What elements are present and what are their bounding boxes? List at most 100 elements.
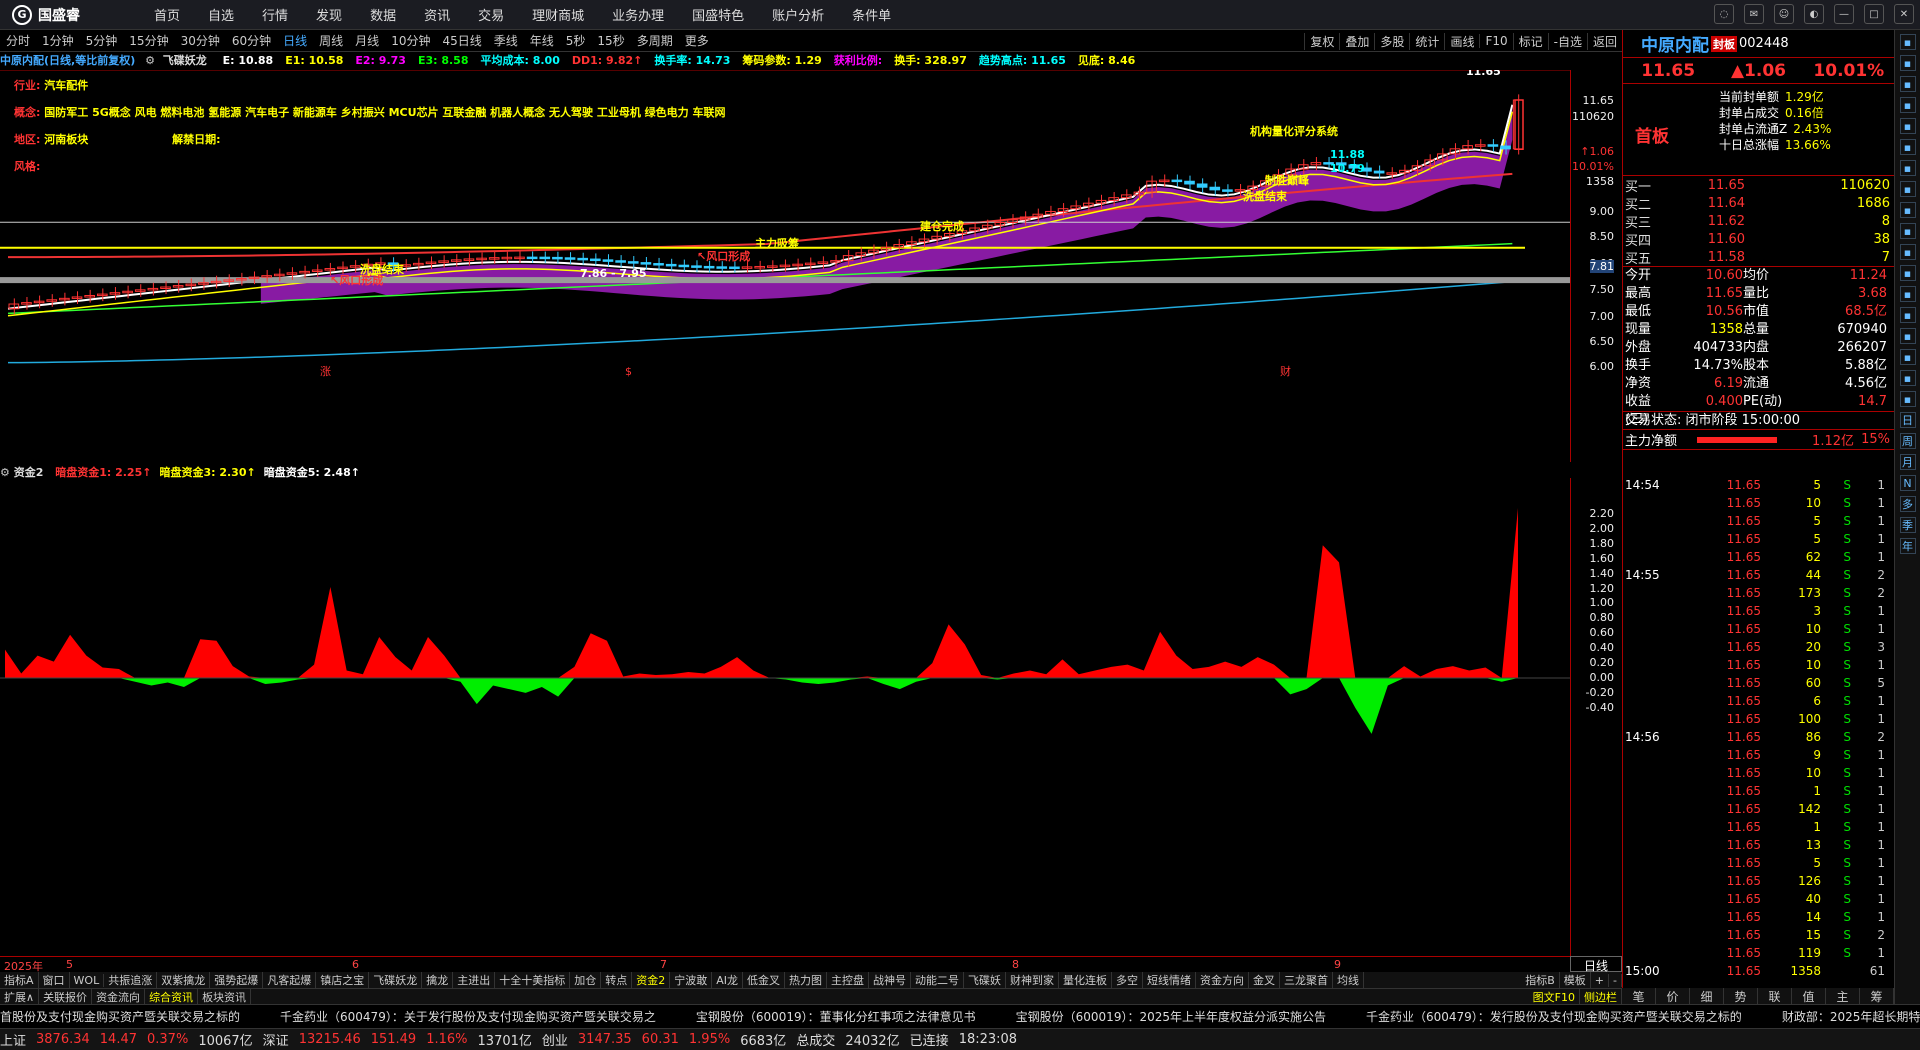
period-7[interactable]: 周线 [313, 32, 349, 49]
side-tool-icon[interactable]: ▪ [1899, 370, 1916, 386]
period-1[interactable]: 1分钟 [36, 32, 80, 49]
period-12[interactable]: 年线 [524, 32, 560, 49]
side-tool-icon[interactable]: ▪ [1899, 202, 1916, 218]
period-3[interactable]: 15分钟 [123, 32, 174, 49]
indicator-tab[interactable]: 擒龙 [422, 972, 454, 988]
news-item[interactable]: 宝钢股份（600019）：2025年上半年度权益分派实施公告 [1016, 1008, 1326, 1025]
menu-item-8[interactable]: 业务办理 [598, 5, 678, 24]
message-icon[interactable]: ✉ [1744, 4, 1764, 24]
news-item[interactable]: 首股份及支付现金购买资产暨关联交易之标的 [0, 1008, 240, 1025]
indicator-tab[interactable]: WOL [70, 973, 105, 987]
quote-tab[interactable]: 联 [1758, 988, 1792, 1004]
side-tool-icon[interactable]: ▪ [1899, 349, 1916, 365]
side-tool-icon[interactable]: ▪ [1899, 97, 1916, 113]
event-marker[interactable]: $ [625, 365, 632, 378]
order-row[interactable]: 买二 11.64 1686 [1623, 194, 1894, 213]
indicator-tab[interactable]: 三龙聚首 [1280, 972, 1333, 988]
close-button[interactable]: ✕ [1894, 4, 1914, 24]
period-13[interactable]: 5秒 [560, 32, 592, 49]
indicator-tab[interactable]: 金叉 [1249, 972, 1280, 988]
toolbar-btn-1[interactable]: 叠加 [1339, 32, 1374, 50]
indicator-tab-ctrl[interactable]: 指标B [1521, 972, 1560, 988]
period-11[interactable]: 季线 [488, 32, 524, 49]
news-item[interactable]: 千金药业（600479）：发行股份及支付现金购买资产暨关联交易之标的 [1366, 1008, 1742, 1025]
indicator-tab[interactable]: 凡客起爆 [263, 972, 317, 988]
skin-icon[interactable]: ◐ [1804, 4, 1824, 24]
side-period-button[interactable]: 周 [1899, 433, 1916, 449]
quote-tab[interactable]: 主 [1826, 988, 1860, 1004]
toolbar-btn-2[interactable]: 多股 [1374, 32, 1409, 50]
indicator-tab[interactable]: 宁波敢 [670, 972, 713, 988]
news-item[interactable]: 宝钢股份（600019）：董事化分红事项之法律意见书 [696, 1008, 976, 1025]
user-icon[interactable]: ☺ [1774, 4, 1794, 24]
info-tab[interactable]: 板块资讯 [198, 989, 252, 1004]
side-tool-icon[interactable]: ▪ [1899, 307, 1916, 323]
side-tool-icon[interactable]: ▪ [1899, 55, 1916, 71]
indicator-tab[interactable]: 多空 [1112, 972, 1143, 988]
order-row[interactable]: 买三 11.62 8 [1623, 212, 1894, 231]
indicator-tab-ctrl[interactable]: - [1609, 973, 1622, 987]
period-9[interactable]: 10分钟 [385, 32, 436, 49]
indicator-tab[interactable]: 资金方向 [1196, 972, 1249, 988]
side-tool-icon[interactable]: ▪ [1899, 391, 1916, 407]
side-period-button[interactable]: 日 [1899, 412, 1916, 428]
side-tool-icon[interactable]: ▪ [1899, 265, 1916, 281]
indicator-tab[interactable]: 飞碟妖 [964, 972, 1006, 988]
period-15[interactable]: 多周期 [631, 32, 679, 49]
side-tool-icon[interactable]: ▪ [1899, 34, 1916, 50]
indicator-tab[interactable]: 资金2 [632, 972, 671, 988]
side-tool-icon[interactable]: ▪ [1899, 223, 1916, 239]
toolbar-btn-7[interactable]: -自选 [1547, 32, 1587, 50]
period-6[interactable]: 日线 [277, 32, 313, 49]
quote-tab[interactable]: 细 [1690, 988, 1724, 1004]
event-marker[interactable]: 涨 [320, 365, 331, 378]
quote-tab[interactable]: 势 [1724, 988, 1758, 1004]
side-period-button[interactable]: 月 [1899, 454, 1916, 470]
quote-tab[interactable]: 笔 [1622, 988, 1656, 1004]
indicator-tab[interactable]: 财神到家 [1006, 972, 1059, 988]
news-item[interactable]: 财政部：2025年超长期特别 [1782, 1008, 1920, 1025]
indicator-tab[interactable]: 加仓 [570, 972, 602, 988]
side-period-button[interactable]: 年 [1899, 538, 1916, 554]
side-tool-icon[interactable]: ▪ [1899, 160, 1916, 176]
menu-item-4[interactable]: 数据 [356, 5, 410, 24]
menu-item-9[interactable]: 国盛特色 [678, 5, 758, 24]
indicator-tab[interactable]: 十全十美指标 [495, 972, 571, 988]
menu-item-7[interactable]: 理财商城 [518, 5, 598, 24]
indicator-tab[interactable]: 短线情绪 [1143, 972, 1196, 988]
day-line-label[interactable]: 日线 [1570, 956, 1622, 973]
menu-item-3[interactable]: 发现 [302, 5, 356, 24]
side-period-button[interactable]: 季 [1899, 517, 1916, 533]
menu-item-0[interactable]: 首页 [140, 5, 194, 24]
toolbar-btn-3[interactable]: 统计 [1409, 32, 1444, 50]
order-row[interactable]: 买四 11.60 38 [1623, 230, 1894, 249]
side-tool-icon[interactable]: ▪ [1899, 286, 1916, 302]
indicator-icon[interactable]: ⚙ [145, 54, 155, 67]
info-tab[interactable]: 扩展∧ [0, 989, 40, 1004]
toolbar-btn-0[interactable]: 复权 [1304, 32, 1339, 50]
quote-tab[interactable]: 值 [1792, 988, 1826, 1004]
info-tab-right[interactable]: 图文F10 [1529, 989, 1580, 1004]
menu-item-1[interactable]: 自选 [194, 5, 248, 24]
indicator-tab[interactable]: 指标A [0, 972, 39, 988]
period-5[interactable]: 60分钟 [226, 32, 277, 49]
indicator-tab[interactable]: 战神号 [869, 972, 911, 988]
indicator-tab[interactable]: 共振追涨 [104, 972, 158, 988]
side-period-button[interactable]: N [1899, 475, 1916, 491]
menu-item-10[interactable]: 账户分析 [758, 5, 838, 24]
period-16[interactable]: 更多 [679, 32, 715, 49]
side-tool-icon[interactable]: ▪ [1899, 76, 1916, 92]
toolbar-btn-4[interactable]: 画线 [1444, 32, 1479, 50]
indicator-tab[interactable]: 转点 [601, 972, 633, 988]
indicator-tab[interactable]: 窗口 [39, 972, 70, 988]
quote-tab[interactable]: 筹 [1860, 988, 1894, 1004]
news-item[interactable]: 千金药业（600479）：关于发行股份及支付现金购买资产暨关联交易之 [280, 1008, 656, 1025]
info-tab[interactable]: 资金流向 [92, 989, 146, 1004]
toolbar-btn-6[interactable]: 标记 [1512, 32, 1548, 50]
period-10[interactable]: 45日线 [436, 32, 487, 49]
indicator-tab[interactable]: 强势起爆 [210, 972, 264, 988]
toolbar-btn-8[interactable]: 返回 [1586, 32, 1622, 50]
maximize-button[interactable]: □ [1864, 4, 1884, 24]
chat-icon[interactable]: ◌ [1714, 4, 1734, 24]
side-tool-icon[interactable]: ▪ [1899, 328, 1916, 344]
